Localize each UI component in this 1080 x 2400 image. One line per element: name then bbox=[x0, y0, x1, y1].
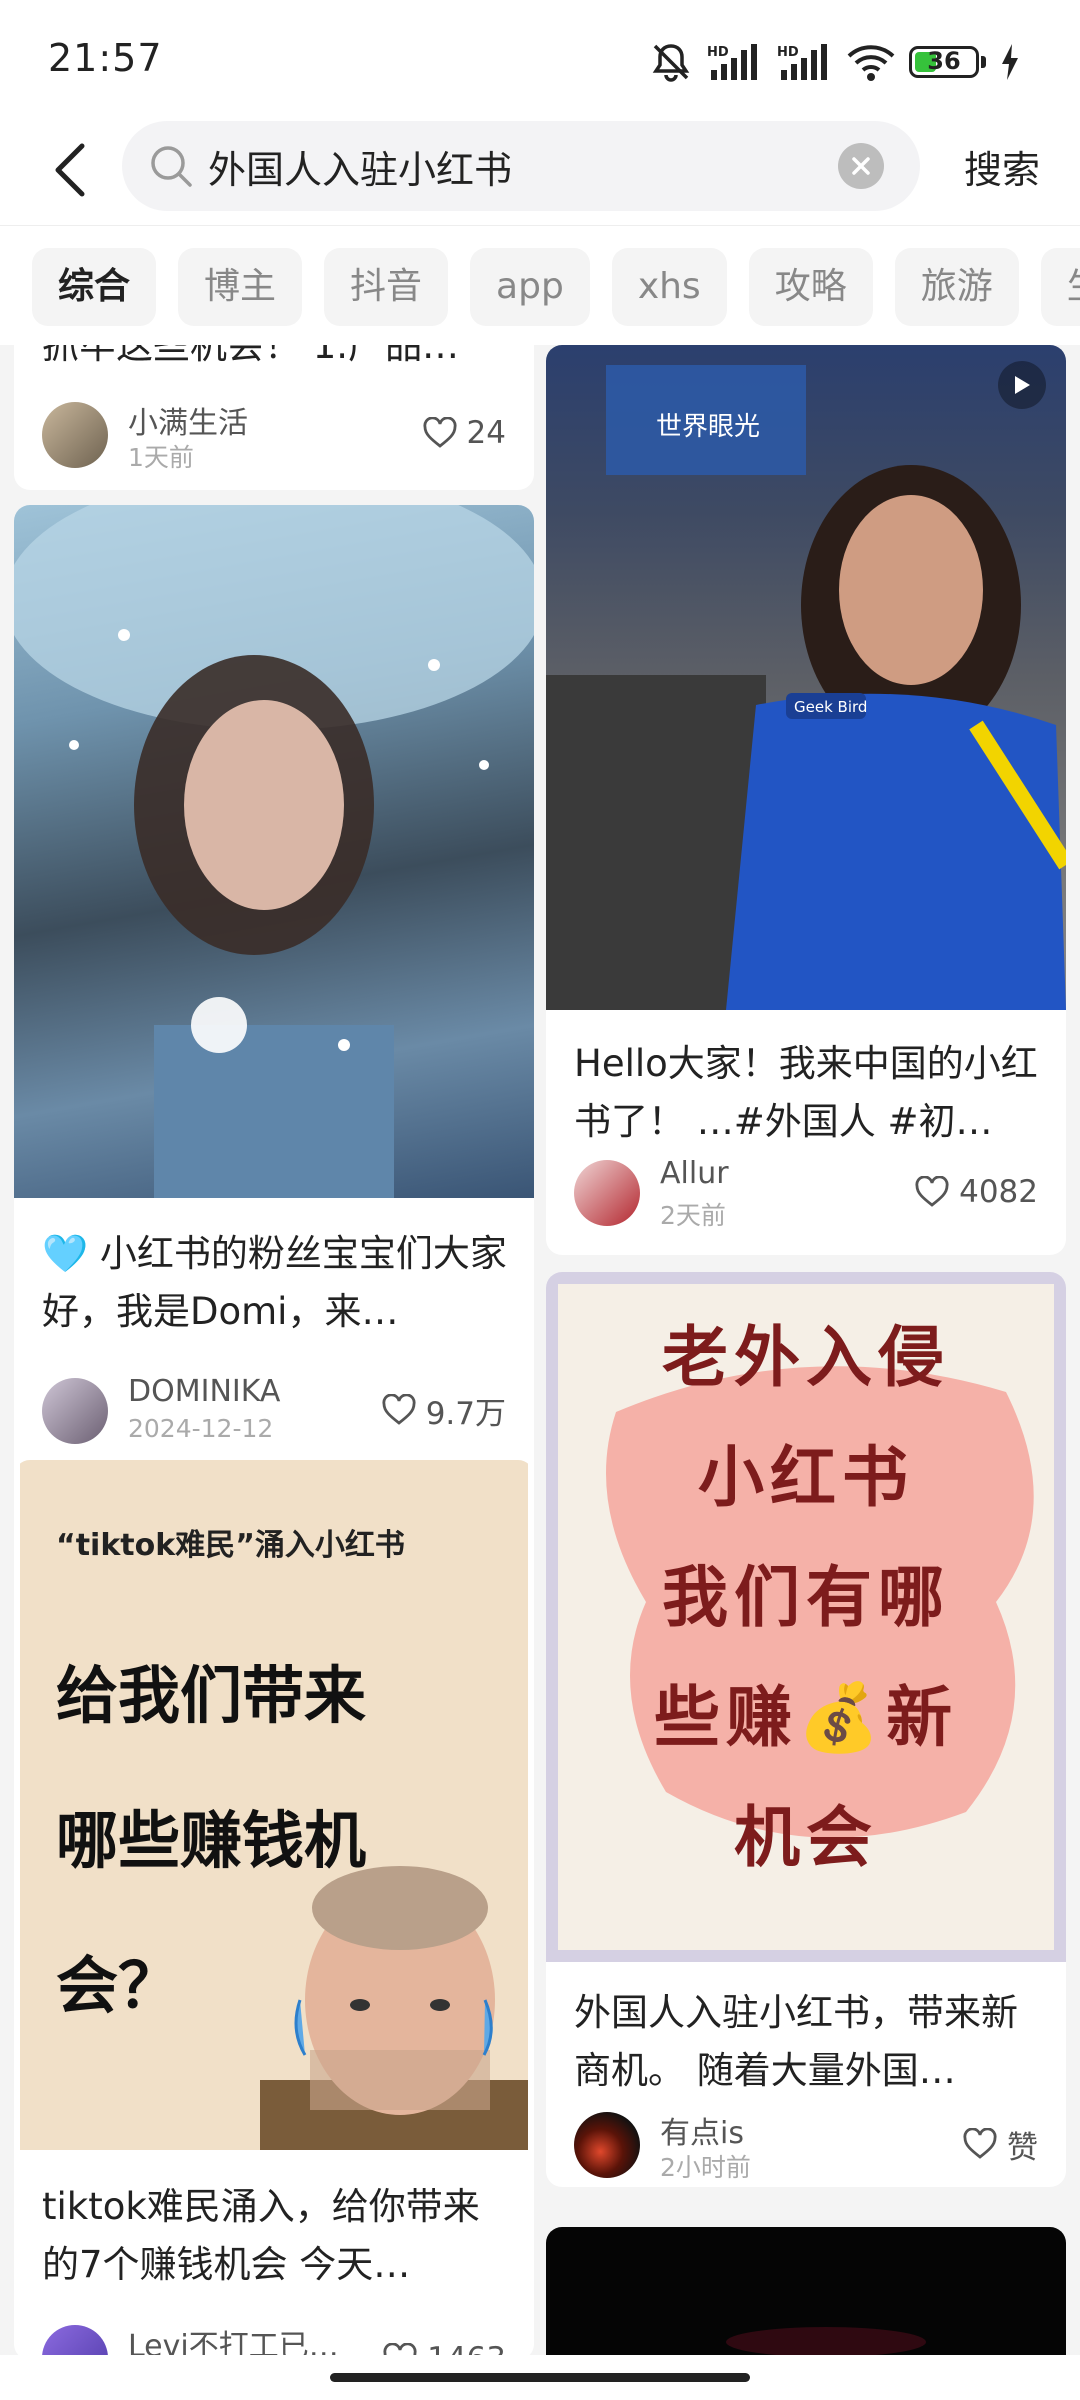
author-name: 小满生活 bbox=[128, 406, 248, 441]
post-time: 2天前 bbox=[660, 1201, 726, 1230]
note-card[interactable]: 老外入侵 小红书 我们有哪 些赚💰新 机会 外国人入驻小红书，带来新商机。 随着… bbox=[546, 1272, 1066, 2187]
tab-travel[interactable]: 旅游 bbox=[894, 248, 1019, 326]
status-time: 21:57 bbox=[48, 36, 163, 80]
author-name: 有点is bbox=[660, 2116, 744, 2151]
clear-search-button[interactable] bbox=[838, 143, 884, 189]
cover-headline: 机会 bbox=[734, 1799, 878, 1876]
tab-douyin[interactable]: 抖音 bbox=[324, 248, 449, 326]
note-cover-image: 世界眼光 Geek Bird bbox=[546, 345, 1066, 1010]
search-icon bbox=[148, 143, 194, 193]
battery-percent: 36 bbox=[927, 47, 961, 75]
results-feed[interactable]: 抓牢这些机会！ 1.产品… 小满生活 1天前 24 🩵 小红书的粉丝宝宝们大家好… bbox=[0, 345, 1080, 2355]
like-count: 赞 bbox=[1007, 2129, 1038, 2166]
note-cover-image bbox=[14, 505, 534, 1198]
svg-text:HD: HD bbox=[707, 45, 729, 60]
like-count: 4082 bbox=[959, 1174, 1038, 1210]
note-title: 🩵 小红书的粉丝宝宝们大家好，我是Domi，来… bbox=[42, 1232, 507, 1333]
cover-portrait bbox=[260, 1866, 528, 2150]
heart-icon bbox=[963, 2128, 997, 2159]
post-time: 1天前 bbox=[128, 443, 194, 472]
like-button[interactable]: 1463 bbox=[383, 2334, 506, 2355]
note-title: tiktok难民涌入，给你带来的7个赚钱机会 今天… bbox=[42, 2185, 480, 2286]
avatar bbox=[42, 402, 108, 468]
tab-life[interactable]: 生活 bbox=[1040, 248, 1080, 326]
cover-headline: 些赚💰新 bbox=[653, 1679, 959, 1756]
cover-headline: 会？ bbox=[56, 1949, 181, 2022]
tab-all[interactable]: 综合 bbox=[32, 248, 157, 326]
cover-headline: 老外入侵 bbox=[662, 1319, 950, 1396]
back-button[interactable] bbox=[40, 135, 100, 205]
author-name: DOMINIKA bbox=[128, 1374, 281, 1409]
like-count: 24 bbox=[466, 415, 506, 451]
heart-icon bbox=[383, 2343, 417, 2355]
status-bar: 21:57 HD HD 36 bbox=[0, 0, 1080, 115]
post-time: 2024-12-12 bbox=[128, 1414, 274, 1443]
note-title: 外国人入驻小红书，带来新商机。 随着大量外国… bbox=[574, 1991, 1018, 2092]
note-cover-image bbox=[726, 2327, 926, 2355]
search-box[interactable] bbox=[122, 121, 920, 211]
like-count: 9.7万 bbox=[425, 1395, 506, 1432]
cover-headline: 给我们带来 bbox=[56, 1659, 367, 1732]
filter-tabs: 综合 博主 抖音 app xhs 攻略 旅游 生活 bbox=[0, 225, 1080, 345]
search-header: 搜索 bbox=[0, 115, 1080, 225]
cover-headline: 小红书 bbox=[698, 1439, 914, 1516]
like-button[interactable]: 赞 bbox=[963, 2119, 1038, 2169]
avatar bbox=[42, 2325, 108, 2355]
svg-text:Geek Bird: Geek Bird bbox=[794, 698, 867, 716]
hd-signal-icon: HD bbox=[777, 42, 833, 82]
tab-xhs[interactable]: xhs bbox=[611, 248, 727, 326]
wifi-icon bbox=[847, 42, 895, 82]
close-icon bbox=[852, 157, 870, 175]
heart-icon bbox=[423, 417, 457, 448]
tab-guide[interactable]: 攻略 bbox=[748, 248, 873, 326]
video-play-icon bbox=[998, 361, 1046, 409]
cover-subtitle: “tiktok难民”涌入小红书 bbox=[56, 1528, 405, 1563]
author-name: Levi不打工已… bbox=[128, 2329, 339, 2355]
battery-tip bbox=[981, 56, 986, 68]
author-name: Allur bbox=[660, 1156, 729, 1191]
cover-banner-text: 世界眼光 bbox=[656, 412, 760, 442]
mute-icon bbox=[649, 42, 693, 82]
tab-blogger[interactable]: 博主 bbox=[178, 248, 303, 326]
tab-app[interactable]: app bbox=[470, 248, 590, 326]
battery-icon: 36 bbox=[909, 46, 979, 78]
note-title: 抓牢这些机会！ 1.产品… bbox=[42, 345, 460, 367]
like-count: 1463 bbox=[427, 2341, 506, 2355]
note-card[interactable]: “tiktok难民”涌入小红书 给我们带来 哪些赚钱机 会？ tiktok难民涌… bbox=[14, 1460, 534, 2355]
cover-headline: 我们有哪 bbox=[662, 1559, 950, 1636]
avatar bbox=[574, 1160, 640, 1226]
heart-icon bbox=[915, 1176, 949, 1207]
note-title: Hello大家！我来中国的小红书了！ …#外国人 #初… bbox=[574, 1042, 1038, 1143]
note-cover-image: “tiktok难民”涌入小红书 给我们带来 哪些赚钱机 会？ bbox=[20, 1460, 528, 2150]
search-input[interactable] bbox=[208, 137, 828, 195]
note-card[interactable]: 🩵 小红书的粉丝宝宝们大家好，我是Domi，来… DOMINIKA 2024-1… bbox=[14, 505, 534, 1515]
like-button[interactable]: 24 bbox=[423, 408, 506, 458]
hd-signal-icon: HD bbox=[707, 42, 763, 82]
like-button[interactable]: 4082 bbox=[915, 1167, 1038, 1217]
note-card[interactable] bbox=[546, 2227, 1066, 2355]
charging-icon bbox=[1000, 44, 1020, 80]
like-button[interactable]: 9.7万 bbox=[382, 1385, 506, 1435]
home-indicator[interactable] bbox=[330, 2373, 750, 2382]
note-card[interactable]: 世界眼光 Geek Bird Hello大家！我来中国的小红书了！ …#外国人 … bbox=[546, 345, 1066, 1255]
note-cover-image: 老外入侵 小红书 我们有哪 些赚💰新 机会 bbox=[546, 1272, 1066, 1962]
gesture-bar bbox=[0, 2355, 1080, 2400]
note-card[interactable]: 抓牢这些机会！ 1.产品… 小满生活 1天前 24 bbox=[14, 345, 534, 490]
heart-icon bbox=[382, 1394, 416, 1425]
search-submit-button[interactable]: 搜索 bbox=[964, 139, 1040, 194]
avatar bbox=[42, 1378, 108, 1444]
back-arrow-icon bbox=[55, 143, 85, 197]
avatar bbox=[574, 2112, 640, 2178]
svg-text:HD: HD bbox=[777, 45, 799, 60]
status-icons: HD HD 36 bbox=[649, 40, 1020, 84]
post-time: 2小时前 bbox=[660, 2153, 751, 2182]
